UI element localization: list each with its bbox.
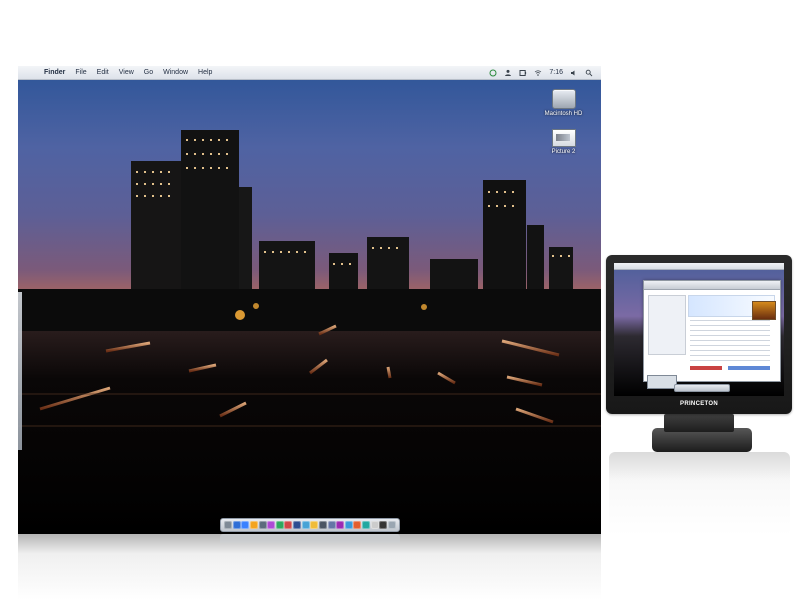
desktop-icon-group: Macintosh HD Picture 2 (536, 89, 591, 155)
dock-item-9[interactable] (293, 521, 301, 529)
dock-item-6[interactable] (267, 521, 276, 529)
mini-window-toolbar (644, 281, 780, 290)
dock-item-13[interactable] (327, 521, 336, 529)
desktop-icon-label: Macintosh HD (544, 111, 583, 117)
status-menu-area: 7:16 (489, 69, 593, 77)
menu-bar: Finder File Edit View Go Window Help 7:1… (18, 66, 601, 80)
main-display: Finder File Edit View Go Window Help 7:1… (18, 66, 601, 534)
dock-item-2[interactable] (232, 521, 241, 529)
dock-item-16[interactable] (353, 521, 362, 529)
picture-icon (551, 129, 576, 147)
dock-item-11[interactable] (310, 521, 319, 529)
dock-item-12[interactable] (318, 521, 327, 529)
mini-dialog (647, 375, 677, 389)
monitor-brand: PRINCETON (680, 401, 718, 407)
dock-item-8[interactable] (284, 521, 293, 529)
clock-text[interactable]: 7:16 (549, 69, 563, 76)
city-skyline-image (18, 130, 601, 427)
menu-edit[interactable]: Edit (97, 69, 109, 76)
dock-item-17[interactable] (362, 521, 370, 529)
mini-browser-window (643, 280, 781, 382)
mini-photo-thumbnail (752, 301, 776, 320)
wifi-icon[interactable] (534, 69, 542, 77)
dock-item-5[interactable] (258, 521, 267, 529)
dock-item-18[interactable] (370, 521, 379, 529)
dock-item-19[interactable] (379, 521, 388, 529)
menu-view[interactable]: View (119, 69, 134, 76)
screenshot-stage: Finder File Edit View Go Window Help 7:1… (0, 0, 800, 600)
dock-item-14[interactable] (336, 521, 345, 529)
mini-blue-link (728, 366, 770, 370)
menu-window[interactable]: Window (163, 69, 188, 76)
princeton-monitor: PRINCETON (606, 255, 792, 414)
monitor-screen (614, 263, 784, 396)
mini-dock (674, 384, 730, 392)
spotlight-icon[interactable] (585, 69, 593, 77)
menu-help[interactable]: Help (198, 69, 212, 76)
menu-finder[interactable]: Finder (44, 69, 65, 76)
disk-icon (551, 89, 576, 109)
desktop-icon-macintosh-hd[interactable]: Macintosh HD (544, 89, 583, 117)
battery-icon[interactable] (519, 69, 527, 77)
desktop-wallpaper: Macintosh HD Picture 2 (18, 79, 601, 534)
dock-item-4[interactable] (249, 521, 258, 529)
mini-menu-bar (614, 263, 784, 270)
mini-text-lines (690, 320, 770, 362)
mini-sidebar (648, 295, 686, 355)
menu-file[interactable]: File (75, 69, 86, 76)
mini-red-link (690, 366, 722, 370)
dock-item-1[interactable] (224, 521, 232, 529)
dock-item-7[interactable] (275, 521, 284, 529)
user-icon[interactable] (504, 69, 512, 77)
dock-item-10[interactable] (301, 521, 310, 529)
dock (220, 518, 400, 532)
monitor-reflection (609, 452, 790, 536)
menu-go[interactable]: Go (144, 69, 153, 76)
desktop-icon-label: Picture 2 (551, 149, 576, 155)
dock-item-15[interactable] (344, 521, 353, 529)
dock-item-3[interactable] (241, 521, 250, 529)
left-window-edge (18, 292, 22, 450)
desktop-icon-picture-2[interactable]: Picture 2 (551, 129, 576, 155)
dock-item-20[interactable] (387, 521, 396, 529)
mini-window-content (644, 290, 780, 381)
monitor-neck (664, 414, 734, 432)
dock-reflection (220, 534, 400, 546)
sync-icon[interactable] (489, 69, 497, 77)
sound-icon[interactable] (570, 69, 578, 77)
